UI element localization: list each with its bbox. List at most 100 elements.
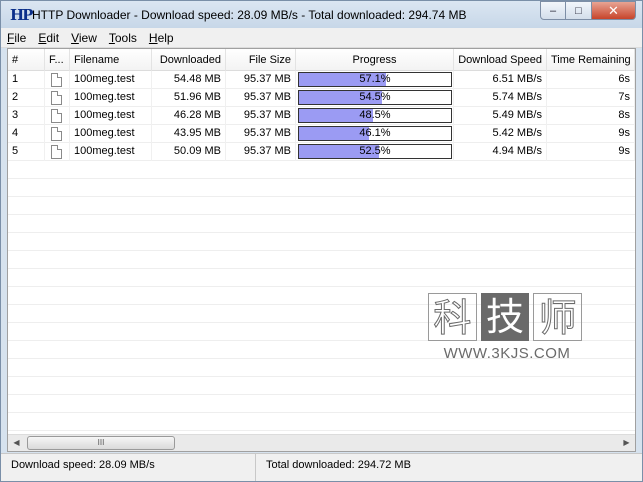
- filename-cell: 100meg.test: [70, 125, 152, 143]
- status-total-downloaded: Total downloaded: 294.72 MB: [266, 459, 411, 471]
- table-row[interactable]: 4 100meg.test 43.95 MB 95.37 MB 46.1% 5.42 MB…: [8, 125, 635, 143]
- column-header-filename[interactable]: Filename: [70, 49, 152, 71]
- time-remaining-cell: 9s: [547, 125, 635, 143]
- filename-cell: 100meg.test: [70, 107, 152, 125]
- file-size-cell: 95.37 MB: [226, 143, 296, 161]
- progress-label: 46.1%: [359, 127, 391, 139]
- download-list[interactable]: # F... Filename Downloaded File Size Pro…: [7, 48, 636, 452]
- watermark-chars: 科 技 师: [428, 293, 586, 341]
- title-bar[interactable]: HP HTTP Downloader - Download speed: 28.…: [1, 1, 642, 28]
- table-row[interactable]: 3 100meg.test 46.28 MB 95.37 MB 48.5% 5.49 MB…: [8, 107, 635, 125]
- row-number: 4: [8, 125, 45, 143]
- menu-view-label: iew: [78, 30, 97, 45]
- app-logo-icon: HP: [10, 5, 33, 24]
- column-header-download-speed[interactable]: Download Speed: [454, 49, 547, 71]
- watermark-char-2: 技: [480, 293, 530, 341]
- table-row[interactable]: 1 100meg.test 54.48 MB 95.37 MB 57.1% 6.51 MB…: [8, 71, 635, 89]
- file-size-cell: 95.37 MB: [226, 89, 296, 107]
- table-row[interactable]: 2 100meg.test 51.96 MB 95.37 MB 54.5% 5.74 MB…: [8, 89, 635, 107]
- status-bar: Download speed: 28.09 MB/s Total downloa…: [1, 453, 642, 481]
- watermark-logo: 科 技 师 WWW.3KJS.COM: [428, 293, 586, 367]
- column-header-number[interactable]: #: [8, 49, 45, 71]
- progress-bar: 54.5%: [298, 90, 452, 105]
- download-speed-cell: 6.51 MB/s: [454, 71, 547, 89]
- file-size-cell: 95.37 MB: [226, 107, 296, 125]
- file-icon: [51, 73, 62, 87]
- menu-edit[interactable]: Edit: [32, 31, 65, 45]
- menu-help[interactable]: Help: [143, 31, 180, 45]
- file-type-cell: [45, 71, 70, 89]
- row-number: 5: [8, 143, 45, 161]
- progress-cell: 57.1%: [296, 71, 454, 89]
- watermark-url: WWW.3KJS.COM: [443, 345, 571, 362]
- progress-bar: 48.5%: [298, 108, 452, 123]
- minimize-button[interactable]: –: [540, 1, 566, 20]
- column-header-file-type[interactable]: F...: [45, 49, 70, 71]
- column-header-time-remaining[interactable]: Time Remaining: [547, 49, 635, 71]
- progress-cell: 52.5%: [296, 143, 454, 161]
- table-row[interactable]: 5 100meg.test 50.09 MB 95.37 MB 52.5% 4.94 MB…: [8, 143, 635, 161]
- progress-label: 57.1%: [359, 73, 391, 85]
- menu-edit-label: dit: [46, 30, 60, 45]
- progress-cell: 54.5%: [296, 89, 454, 107]
- progress-bar: 46.1%: [298, 126, 452, 141]
- row-number: 1: [8, 71, 45, 89]
- progress-label: 52.5%: [359, 145, 391, 157]
- menu-help-accel: H: [148, 30, 158, 45]
- row-number: 3: [8, 107, 45, 125]
- file-icon: [51, 145, 62, 159]
- column-header-progress[interactable]: Progress: [296, 49, 454, 71]
- file-type-cell: [45, 125, 70, 143]
- horizontal-scrollbar[interactable]: ◀ III ▶: [8, 434, 635, 451]
- watermark-char-3: 师: [533, 293, 582, 341]
- file-icon: [51, 91, 62, 105]
- download-speed-cell: 5.49 MB/s: [454, 107, 547, 125]
- file-type-cell: [45, 89, 70, 107]
- downloaded-cell: 50.09 MB: [152, 143, 226, 161]
- app-window: HP HTTP Downloader - Download speed: 28.…: [0, 0, 643, 482]
- menu-help-label: elp: [157, 30, 174, 45]
- filename-cell: 100meg.test: [70, 71, 152, 89]
- status-download-speed: Download speed: 28.09 MB/s: [1, 454, 256, 481]
- file-type-cell: [45, 143, 70, 161]
- menu-view-accel: V: [71, 30, 79, 45]
- downloaded-cell: 51.96 MB: [152, 89, 226, 107]
- menu-file[interactable]: File: [1, 31, 32, 45]
- maximize-button[interactable]: □: [566, 1, 592, 20]
- file-size-cell: 95.37 MB: [226, 71, 296, 89]
- menu-bar: File Edit View Tools Help: [1, 28, 642, 48]
- column-header-row: # F... Filename Downloaded File Size Pro…: [8, 49, 635, 71]
- progress-cell: 46.1%: [296, 125, 454, 143]
- progress-label: 48.5%: [359, 109, 391, 121]
- watermark-char-1: 科: [428, 293, 477, 341]
- progress-bar: 52.5%: [298, 144, 452, 159]
- menu-file-label: ile: [14, 30, 27, 45]
- column-header-file-size[interactable]: File Size: [226, 49, 296, 71]
- scroll-left-arrow-icon[interactable]: ◀: [8, 435, 25, 451]
- filename-cell: 100meg.test: [70, 89, 152, 107]
- time-remaining-cell: 7s: [547, 89, 635, 107]
- download-speed-cell: 4.94 MB/s: [454, 143, 547, 161]
- filename-cell: 100meg.test: [70, 143, 152, 161]
- file-size-cell: 95.37 MB: [226, 125, 296, 143]
- scroll-thumb[interactable]: III: [27, 436, 175, 450]
- downloaded-cell: 43.95 MB: [152, 125, 226, 143]
- menu-tools[interactable]: Tools: [103, 31, 143, 45]
- file-icon: [51, 127, 62, 141]
- file-icon: [51, 109, 62, 123]
- progress-cell: 48.5%: [296, 107, 454, 125]
- download-speed-cell: 5.74 MB/s: [454, 89, 547, 107]
- scroll-right-arrow-icon[interactable]: ▶: [618, 435, 635, 451]
- downloaded-cell: 46.28 MB: [152, 107, 226, 125]
- time-remaining-cell: 8s: [547, 107, 635, 125]
- download-rows: 1 100meg.test 54.48 MB 95.37 MB 57.1% 6.51 MB…: [8, 71, 635, 161]
- progress-label: 54.5%: [359, 91, 391, 103]
- downloaded-cell: 54.48 MB: [152, 71, 226, 89]
- menu-tools-label: ools: [114, 30, 137, 45]
- column-header-downloaded[interactable]: Downloaded: [152, 49, 226, 71]
- window-controls: – □ ✕: [540, 1, 636, 20]
- menu-view[interactable]: View: [65, 31, 103, 45]
- file-type-cell: [45, 107, 70, 125]
- close-button[interactable]: ✕: [592, 1, 636, 20]
- progress-bar: 57.1%: [298, 72, 452, 87]
